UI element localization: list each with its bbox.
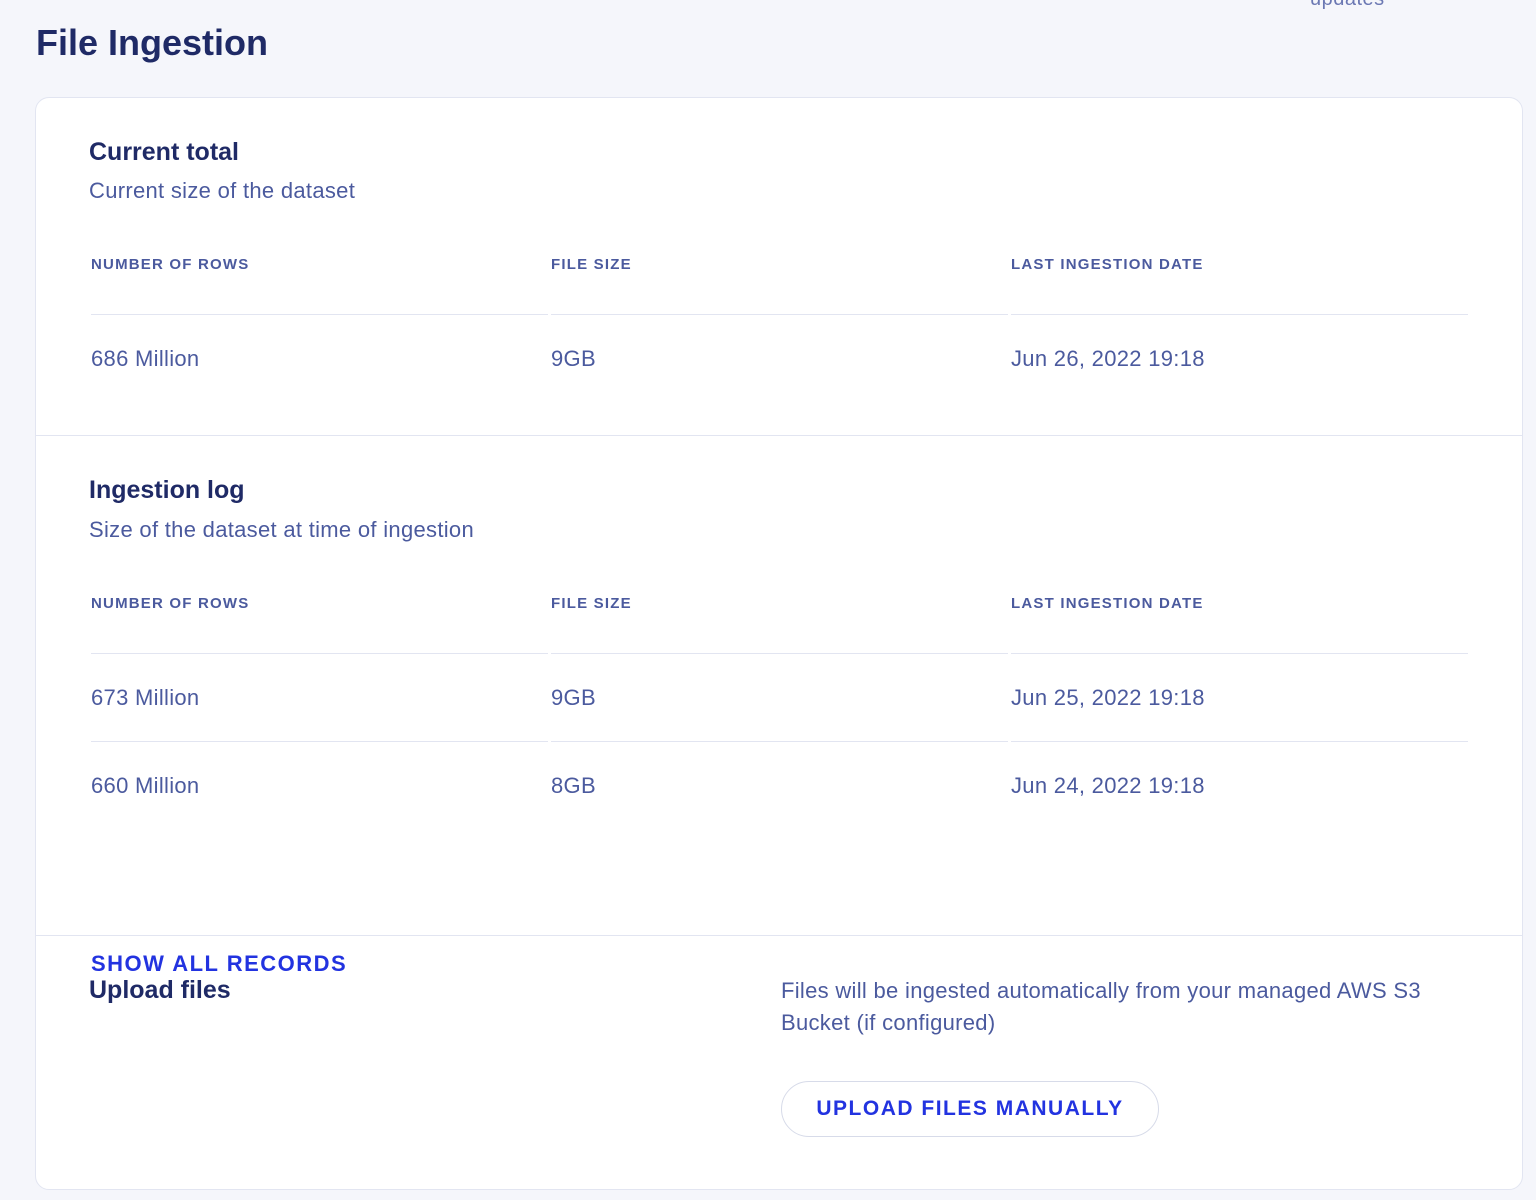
upload-files-title: Upload files xyxy=(89,976,231,1004)
cell-ingestion-date: Jun 26, 2022 19:18 xyxy=(1011,314,1468,402)
cell-rows: 673 Million xyxy=(91,653,548,741)
current-total-table: NUMBER OF ROWS FILE SIZE LAST INGESTION … xyxy=(91,238,1471,402)
cell-file-size: 8GB xyxy=(551,741,1008,829)
column-header-ingestion-date: LAST INGESTION DATE xyxy=(1011,595,1204,612)
cell-file-size: 9GB xyxy=(551,314,1008,402)
column-header-ingestion-date: LAST INGESTION DATE xyxy=(1011,256,1204,273)
ingestion-log-title: Ingestion log xyxy=(89,476,245,504)
upload-files-section: Upload files Files will be ingested auto… xyxy=(36,936,1522,1191)
table-row: 673 Million 9GB Jun 25, 2022 19:18 xyxy=(91,653,1471,741)
column-header-file-size: FILE SIZE xyxy=(551,256,632,273)
ingestion-log-subtitle: Size of the dataset at time of ingestion xyxy=(89,517,475,542)
clipped-top-text: updates xyxy=(1310,0,1385,11)
upload-files-description: Files will be ingested automatically fro… xyxy=(781,978,1421,1035)
column-header-file-size: FILE SIZE xyxy=(551,595,632,612)
current-total-subtitle: Current size of the dataset xyxy=(89,178,356,203)
cell-ingestion-date: Jun 25, 2022 19:18 xyxy=(1011,653,1468,741)
column-header-rows: NUMBER OF ROWS xyxy=(91,256,250,273)
page-title: File Ingestion xyxy=(36,22,269,63)
table-row: 660 Million 8GB Jun 24, 2022 19:18 xyxy=(91,741,1471,829)
ingestion-log-section: Ingestion log Size of the dataset at tim… xyxy=(36,436,1522,976)
ingestion-card: Current total Current size of the datase… xyxy=(35,97,1523,1190)
upload-files-manually-button[interactable]: UPLOAD FILES MANUALLY xyxy=(781,1081,1159,1137)
table-header-row: NUMBER OF ROWS FILE SIZE LAST INGESTION … xyxy=(91,238,1471,314)
cell-rows: 686 Million xyxy=(91,314,548,402)
cell-rows: 660 Million xyxy=(91,741,548,829)
cell-file-size: 9GB xyxy=(551,653,1008,741)
table-header-row: NUMBER OF ROWS FILE SIZE LAST INGESTION … xyxy=(91,577,1471,653)
current-total-title: Current total xyxy=(89,138,239,166)
cell-ingestion-date: Jun 24, 2022 19:18 xyxy=(1011,741,1468,829)
ingestion-log-table: NUMBER OF ROWS FILE SIZE LAST INGESTION … xyxy=(91,577,1471,829)
current-total-section: Current total Current size of the datase… xyxy=(36,98,1522,436)
column-header-rows: NUMBER OF ROWS xyxy=(91,595,250,612)
table-row: 686 Million 9GB Jun 26, 2022 19:18 xyxy=(91,314,1471,402)
